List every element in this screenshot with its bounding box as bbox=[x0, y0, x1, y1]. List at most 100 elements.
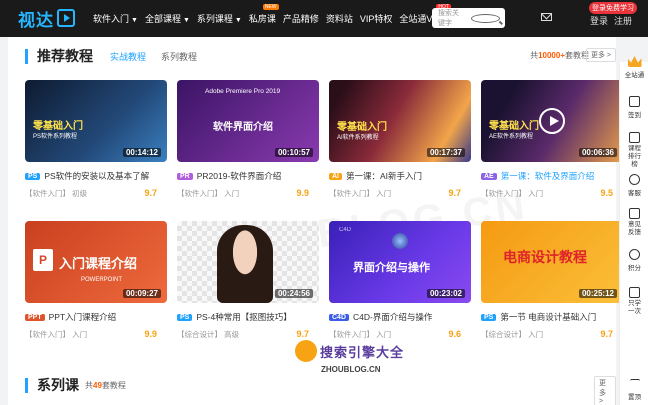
course-card[interactable]: 零基础入门 AI软件系列教程 00:17:37 AI 第一课：AI新手入门 【软件… bbox=[329, 80, 471, 199]
course-card[interactable]: 电商设计教程 00:25:12 PS 第一节 电商设计基础入门 【综合设计】 入门… bbox=[481, 221, 623, 340]
course-thumbnail[interactable]: 电商设计教程 00:25:12 bbox=[481, 221, 623, 303]
register-link[interactable]: 注册 bbox=[614, 14, 632, 27]
nav-item-private-courses[interactable]: 私房课 NEW bbox=[249, 4, 279, 25]
play-icon[interactable] bbox=[539, 108, 565, 134]
sidebar-item-back-to-top[interactable]: 置顶 bbox=[620, 379, 648, 401]
coins-icon bbox=[629, 249, 640, 260]
course-thumbnail[interactable]: P 入门课程介绍 POWERPOINT 00:09:27 bbox=[25, 221, 167, 303]
course-level: 高级 bbox=[224, 330, 240, 339]
nav-item-all-courses[interactable]: 全部课程 ▼ bbox=[145, 12, 190, 25]
mail-icon[interactable] bbox=[541, 13, 552, 21]
course-level: 入门 bbox=[376, 330, 392, 339]
logo-play-icon bbox=[57, 9, 75, 27]
course-thumbnail[interactable]: C4D 界面介绍与操作 00:23:02 bbox=[329, 221, 471, 303]
course-title-row[interactable]: AI 第一课：AI新手入门 bbox=[329, 170, 471, 182]
nav-item-series-courses[interactable]: 系列课程 ▼ bbox=[197, 12, 242, 25]
tab-practical[interactable]: 实战教程 bbox=[110, 50, 146, 63]
course-meta: 【软件入门】 入门 9.5 bbox=[481, 188, 623, 199]
count-number: 49 bbox=[93, 380, 102, 390]
chevron-down-icon: ▼ bbox=[131, 17, 138, 24]
course-title-row[interactable]: PS PS软件的安装以及基本了解 bbox=[25, 170, 167, 182]
total-count: 共10000+套教程 bbox=[530, 50, 589, 61]
course-level: 初级 bbox=[72, 189, 88, 198]
software-tag: C4D bbox=[329, 313, 350, 321]
search-input[interactable]: 搜索关键字 bbox=[432, 8, 505, 28]
course-card[interactable]: C4D 界面介绍与操作 00:23:02 C4D C4D-界面介绍与操作 【软件入… bbox=[329, 221, 471, 340]
course-title: PS软件的安装以及基本了解 bbox=[44, 171, 150, 181]
search-placeholder: 搜索关键字 bbox=[438, 10, 459, 27]
course-thumbnail[interactable]: 零基础入门 PS软件系列教程 00:14:12 bbox=[25, 80, 167, 162]
sidebar-item-learn-once[interactable]: 只学一次 bbox=[620, 287, 648, 316]
course-category: 【软件入门】 bbox=[25, 189, 70, 198]
software-tag: PS bbox=[177, 313, 193, 321]
course-card[interactable]: 00:24:56 PS PS-4种常用【抠图技巧】 【综合设计】 高级 9.7 bbox=[177, 221, 319, 340]
more-button[interactable]: 更多 > bbox=[585, 48, 616, 62]
series-more-button[interactable]: 更多 > bbox=[594, 376, 616, 405]
duration: 00:09:27 bbox=[122, 289, 161, 298]
course-level: 入门 bbox=[528, 189, 544, 198]
thumb-subtitle: AI软件系列教程 bbox=[337, 135, 379, 141]
course-title-row[interactable]: AE 第一课：软件及界面介绍 bbox=[481, 170, 623, 182]
sidebar-item-points[interactable]: 积分 bbox=[620, 249, 648, 272]
duration: 00:06:36 bbox=[578, 148, 617, 157]
course-card[interactable]: Adobe Premiere Pro 2019 软件界面介绍 00:10:57 … bbox=[177, 80, 319, 199]
nav-item-software-intro[interactable]: 软件入门 ▼ bbox=[93, 12, 138, 25]
sidebar-item-all-site[interactable]: 全站通 bbox=[620, 56, 648, 79]
course-score: 9.9 bbox=[296, 188, 309, 198]
sidebar-label: 意见反馈 bbox=[628, 221, 641, 236]
tv-icon bbox=[629, 287, 640, 298]
logo-text: 视达 bbox=[18, 10, 54, 30]
software-tag: PS bbox=[481, 313, 497, 321]
course-card[interactable]: 零基础入门 AE软件系列教程 00:06:36 AE 第一课：软件及界面介绍 【软… bbox=[481, 80, 623, 199]
course-card[interactable]: 零基础入门 PS软件系列教程 00:14:12 PS PS软件的安装以及基本了解 … bbox=[25, 80, 167, 199]
chevron-down-icon: ▼ bbox=[234, 17, 242, 24]
sidebar-item-feedback[interactable]: 意见反馈 bbox=[620, 208, 648, 237]
site-logo[interactable]: 视达 bbox=[18, 7, 75, 30]
thumb-subtitle: AE软件系列教程 bbox=[489, 134, 534, 140]
nav-label: 系列课程 bbox=[196, 14, 233, 24]
nav-item-vip-privileges[interactable]: VIP特权 bbox=[360, 12, 393, 25]
course-score: 9.7 bbox=[600, 329, 613, 339]
course-level: 入门 bbox=[72, 330, 88, 339]
course-title-row[interactable]: PS PS-4种常用【抠图技巧】 bbox=[177, 311, 319, 323]
course-level: 入门 bbox=[376, 189, 392, 198]
crown-icon bbox=[627, 56, 642, 67]
course-meta: 【软件入门】 初级 9.7 bbox=[25, 188, 167, 199]
section-title: 推荐教程 bbox=[37, 48, 93, 64]
sidebar-item-checkin[interactable]: 签到 bbox=[620, 96, 648, 119]
course-meta: 【综合设计】 高级 9.7 bbox=[177, 329, 319, 340]
course-score: 9.9 bbox=[144, 329, 157, 339]
course-thumbnail[interactable]: 零基础入门 AE软件系列教程 00:06:36 bbox=[481, 80, 623, 162]
course-title-row[interactable]: C4D C4D-界面介绍与操作 bbox=[329, 311, 471, 323]
course-card[interactable]: P 入门课程介绍 POWERPOINT 00:09:27 PPT PPT入门课程介… bbox=[25, 221, 167, 340]
recommended-section-header: 推荐教程 实战教程 系列教程 bbox=[25, 46, 613, 66]
course-title: PS-4种常用【抠图技巧】 bbox=[196, 312, 292, 322]
course-score: 9.7 bbox=[448, 188, 461, 198]
course-title: 第一课：AI新手入门 bbox=[346, 171, 423, 181]
nav-label: 产品精修 bbox=[282, 14, 319, 24]
nav-item-product-retouch[interactable]: 产品精修 bbox=[283, 12, 319, 25]
top-navigation-bar: 视达 软件入门 ▼ 全部课程 ▼ 系列课程 ▼ 私房课 NEW 产品精修 资料站 VIP… bbox=[0, 0, 648, 37]
course-level: 入门 bbox=[528, 330, 544, 339]
course-thumbnail[interactable]: 零基础入门 AI软件系列教程 00:17:37 bbox=[329, 80, 471, 162]
course-title-row[interactable]: PS 第一节 电商设计基础入门 bbox=[481, 311, 623, 323]
course-title-row[interactable]: PPT PPT入门课程介绍 bbox=[25, 311, 167, 323]
login-link[interactable]: 登录 bbox=[590, 14, 608, 27]
course-title-row[interactable]: PR PR2019-软件界面介绍 bbox=[177, 170, 319, 182]
course-score: 9.5 bbox=[600, 188, 613, 198]
course-category: 【软件入门】 bbox=[329, 189, 374, 198]
new-badge: NEW bbox=[262, 4, 279, 10]
login-promo-badge: 登录免费学习 bbox=[589, 2, 637, 14]
search-icon[interactable] bbox=[471, 13, 500, 23]
course-thumbnail[interactable]: Adobe Premiere Pro 2019 软件界面介绍 00:10:57 bbox=[177, 80, 319, 162]
sidebar-item-ranking[interactable]: 课程排行榜 bbox=[620, 132, 648, 169]
sidebar-label: 签到 bbox=[628, 112, 641, 119]
course-category: 【软件入门】 bbox=[329, 330, 374, 339]
nav-item-resources[interactable]: 资料站 bbox=[326, 12, 353, 25]
sidebar-label: 课程排行榜 bbox=[628, 145, 641, 168]
sidebar-label: 全站通 bbox=[624, 72, 645, 79]
tab-series[interactable]: 系列教程 bbox=[161, 50, 197, 63]
course-thumbnail[interactable]: 00:24:56 bbox=[177, 221, 319, 303]
sidebar-item-support[interactable]: 客服 bbox=[620, 174, 648, 197]
count-prefix: 共 bbox=[85, 380, 93, 390]
